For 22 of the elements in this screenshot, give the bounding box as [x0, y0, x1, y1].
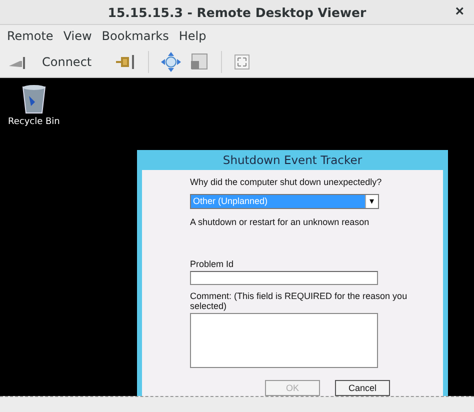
menu-item[interactable]: Bookmarks [96, 29, 174, 43]
input-field[interactable] [190, 271, 378, 285]
description-text: A shutdown or restart for an unknown reason [190, 217, 370, 227]
comment-field[interactable] [190, 313, 378, 368]
move-icon[interactable] [160, 52, 181, 72]
field-label: Comment: (This field is REQUIRED for the reason you selected) [190, 291, 408, 311]
menu-item[interactable]: View [58, 29, 97, 43]
menu-item[interactable]: Remote [2, 29, 58, 43]
fullscreen-icon[interactable] [234, 54, 250, 70]
field-label: Problem Id [190, 259, 234, 269]
reason-dropdown[interactable]: Other (Unplanned) ▾ [190, 194, 379, 209]
icon-label: Recycle Bin [8, 117, 60, 127]
plug-icon[interactable] [114, 53, 136, 71]
close-button[interactable]: × [451, 3, 468, 20]
screenshot-icon[interactable] [188, 52, 209, 72]
menu-item[interactable]: Help [174, 29, 212, 43]
question-text: Why did the computer shut down unexpectedly? [190, 177, 382, 187]
window-title: 15.15.15.3 - Remote Desktop Viewer [108, 4, 366, 20]
dialog-title: Shutdown Event Tracker [222, 152, 364, 169]
dialog-button[interactable]: Cancel [335, 380, 390, 396]
trash-bin-icon[interactable] [20, 84, 47, 114]
connect-button[interactable]: Connect [40, 55, 106, 69]
